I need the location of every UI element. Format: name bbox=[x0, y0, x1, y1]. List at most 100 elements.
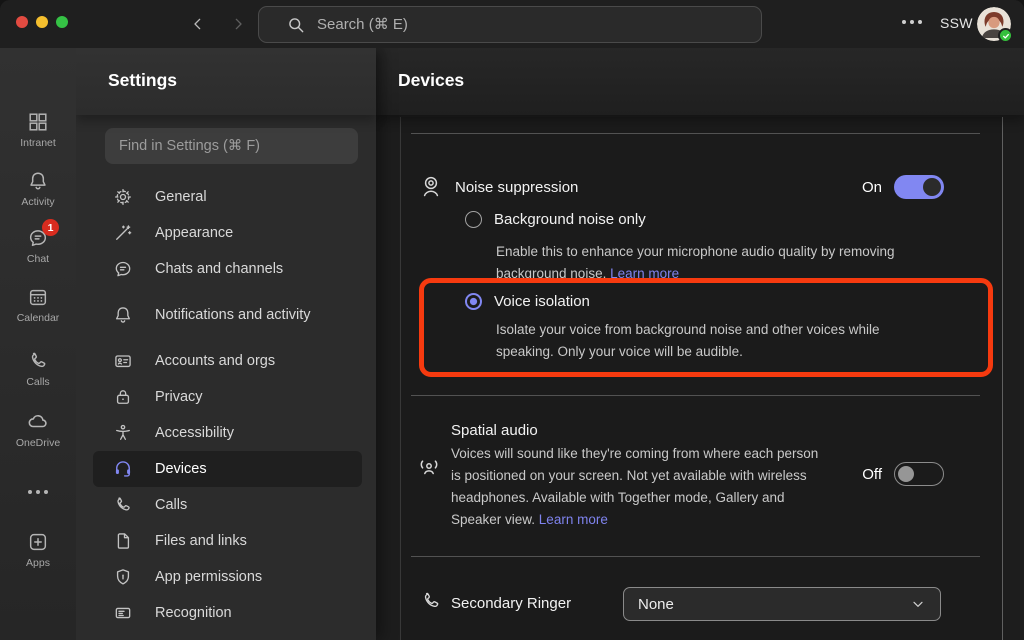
rail-item-apps[interactable]: Apps bbox=[0, 530, 76, 569]
cloud-icon bbox=[26, 410, 50, 434]
voice-isolation-option[interactable]: Voice isolation bbox=[465, 293, 590, 310]
titlebar: SSW bbox=[0, 0, 1024, 48]
sidebar-item-label: Accessibility bbox=[155, 425, 234, 441]
accessibility-icon bbox=[113, 423, 133, 443]
apps-icon bbox=[26, 530, 50, 554]
devices-panel: Devices Noise suppression On Background … bbox=[376, 48, 1024, 640]
spatial-audio-icon bbox=[417, 455, 441, 479]
sidebar-item-label: General bbox=[155, 189, 207, 205]
id-card-icon bbox=[113, 351, 133, 371]
grid-icon bbox=[26, 110, 50, 134]
search-input[interactable] bbox=[317, 7, 747, 42]
spatial-audio-text: Spatial audio Voices will sound like the… bbox=[451, 422, 818, 531]
sidebar-item-label: Calls bbox=[155, 497, 187, 513]
chevron-down-icon bbox=[910, 596, 926, 612]
sidebar-item-label: Notifications and activity bbox=[155, 307, 311, 323]
chevron-left-icon bbox=[190, 16, 206, 32]
rail-item-calendar[interactable]: Calendar bbox=[0, 285, 76, 324]
back-button[interactable] bbox=[186, 12, 210, 36]
window-controls bbox=[16, 16, 68, 28]
rail-item-onedrive[interactable]: OneDrive bbox=[0, 410, 76, 449]
sidebar-item-files-and-links[interactable]: Files and links bbox=[93, 523, 362, 559]
section-divider bbox=[411, 556, 980, 557]
sidebar-item-notifications[interactable]: Notifications and activity bbox=[93, 297, 362, 333]
noise-suppression-state: On bbox=[862, 179, 882, 196]
sidebar-item-accounts-and-orgs[interactable]: Accounts and orgs bbox=[93, 343, 362, 379]
spatial-audio-label: Spatial audio bbox=[451, 422, 818, 439]
more-icon bbox=[26, 480, 50, 504]
close-window-button[interactable] bbox=[16, 16, 28, 28]
noise-suppression-icon bbox=[419, 175, 443, 199]
sidebar-item-general[interactable]: General bbox=[93, 179, 362, 215]
radio-unselected-icon[interactable] bbox=[465, 211, 482, 228]
learn-more-link[interactable]: Learn more bbox=[539, 512, 608, 527]
find-in-settings-input[interactable] bbox=[105, 128, 358, 164]
recognition-icon bbox=[113, 603, 133, 623]
search-icon bbox=[286, 15, 306, 40]
rail-item-people-alert[interactable] bbox=[0, 636, 76, 640]
secondary-ringer-value: None bbox=[638, 596, 674, 613]
rail-item-activity[interactable]: Activity bbox=[0, 169, 76, 208]
section-divider bbox=[411, 133, 980, 134]
secondary-ringer-icon bbox=[419, 589, 443, 613]
teams-settings-window: SSW Intranet Activity bbox=[0, 0, 1024, 640]
gear-icon bbox=[113, 187, 133, 207]
settings-title: Settings bbox=[108, 70, 177, 91]
phone-icon bbox=[113, 495, 133, 515]
rail-item-calls[interactable]: Calls bbox=[0, 349, 76, 388]
sidebar-item-label: Chats and channels bbox=[155, 261, 283, 277]
sidebar-item-label: App permissions bbox=[155, 569, 262, 585]
noise-suppression-row: Noise suppression On bbox=[419, 175, 944, 199]
more-options-button[interactable] bbox=[898, 14, 926, 30]
chevron-right-icon bbox=[230, 16, 246, 32]
secondary-ringer-label: Secondary Ringer bbox=[451, 595, 571, 612]
sidebar-item-privacy[interactable]: Privacy bbox=[93, 379, 362, 415]
minimize-window-button[interactable] bbox=[36, 16, 48, 28]
global-search[interactable] bbox=[258, 6, 762, 43]
devices-header: Devices bbox=[376, 48, 1024, 115]
background-noise-description: Enable this to enhance your microphone a… bbox=[496, 241, 895, 285]
sidebar-item-app-permissions[interactable]: App permissions bbox=[93, 559, 362, 595]
forward-button[interactable] bbox=[226, 12, 250, 36]
sidebar-item-devices[interactable]: Devices bbox=[93, 451, 362, 487]
wand-icon bbox=[113, 223, 133, 243]
noise-suppression-toggle[interactable] bbox=[894, 175, 944, 199]
presence-available-icon bbox=[998, 28, 1013, 43]
person-alert-icon bbox=[26, 636, 50, 640]
lock-icon bbox=[113, 387, 133, 407]
file-icon bbox=[113, 531, 133, 551]
sidebar-item-label: Privacy bbox=[155, 389, 203, 405]
sidebar-item-appearance[interactable]: Appearance bbox=[93, 215, 362, 251]
sidebar-item-calls[interactable]: Calls bbox=[93, 487, 362, 523]
bell-icon bbox=[113, 305, 133, 325]
app-rail: Intranet Activity 1 Chat Calendar Ca bbox=[0, 48, 76, 640]
chat-icon bbox=[113, 259, 133, 279]
rail-item-intranet[interactable]: Intranet bbox=[0, 110, 76, 149]
sidebar-item-accessibility[interactable]: Accessibility bbox=[93, 415, 362, 451]
bell-icon bbox=[26, 169, 50, 193]
sidebar-item-label: Accounts and orgs bbox=[155, 353, 275, 369]
shield-icon bbox=[113, 567, 133, 587]
sidebar-item-recognition[interactable]: Recognition bbox=[93, 595, 362, 631]
secondary-ringer-dropdown[interactable]: None bbox=[623, 587, 941, 621]
calendar-icon bbox=[26, 285, 50, 309]
spatial-audio-toggle[interactable] bbox=[894, 462, 944, 486]
noise-suppression-label: Noise suppression bbox=[455, 179, 578, 196]
learn-more-link[interactable]: Learn more bbox=[610, 266, 679, 281]
sidebar-item-label: Appearance bbox=[155, 225, 233, 241]
zoom-window-button[interactable] bbox=[56, 16, 68, 28]
sidebar-item-partial[interactable] bbox=[93, 631, 362, 640]
settings-header: Settings bbox=[76, 48, 376, 115]
headset-icon bbox=[113, 459, 133, 479]
rail-item-more[interactable] bbox=[0, 480, 76, 504]
phone-icon bbox=[26, 349, 50, 373]
settings-sidebar: Settings General Appearance Chats and ch… bbox=[76, 48, 376, 640]
sidebar-item-chats-and-channels[interactable]: Chats and channels bbox=[93, 251, 362, 287]
rail-item-chat[interactable]: 1 Chat bbox=[0, 226, 76, 265]
section-divider bbox=[411, 395, 980, 396]
user-avatar[interactable] bbox=[977, 7, 1011, 41]
background-noise-only-option[interactable]: Background noise only bbox=[465, 211, 646, 228]
settings-nav-list: General Appearance Chats and channels No… bbox=[76, 179, 376, 640]
radio-selected-icon[interactable] bbox=[465, 293, 482, 310]
spatial-audio-toggle-row: Off bbox=[862, 462, 944, 486]
